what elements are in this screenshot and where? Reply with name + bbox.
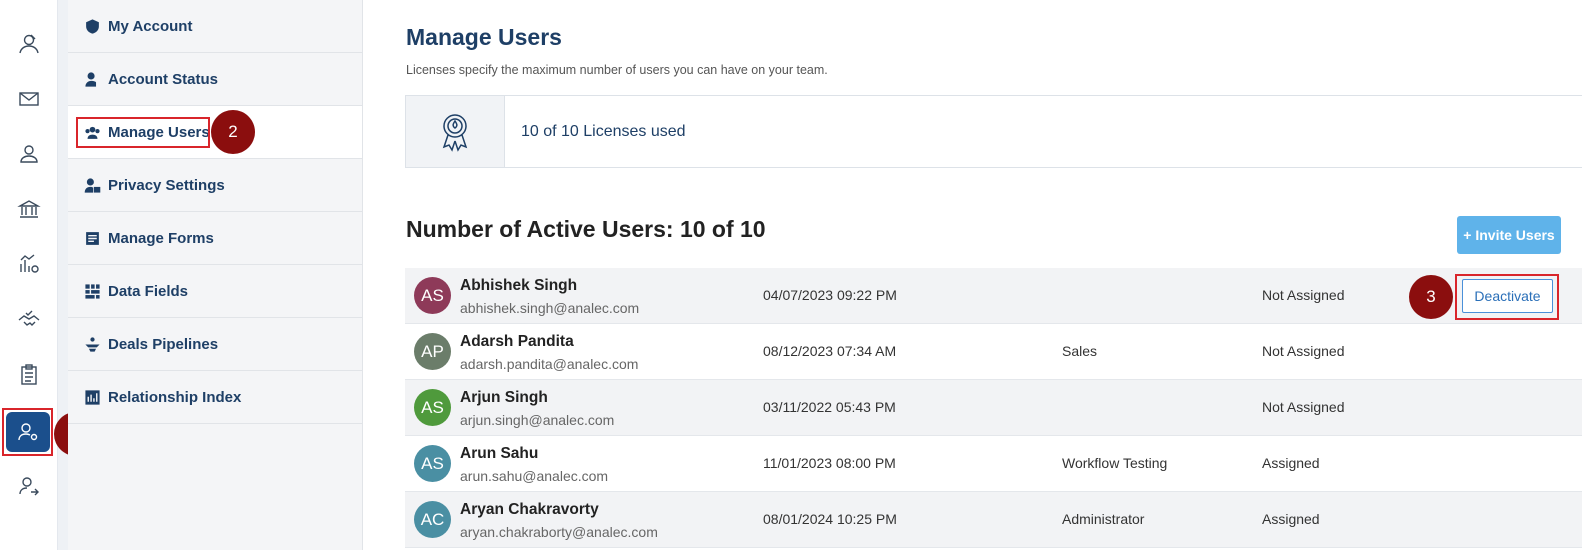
submenu-item-label: Account Status: [108, 70, 219, 88]
users-group-icon: [82, 123, 102, 141]
user-status: Not Assigned: [1262, 343, 1345, 359]
table-row[interactable]: AP Adarsh Pandita adarsh.pandita@analec.…: [405, 324, 1582, 380]
user-name: Adarsh Pandita: [460, 333, 574, 350]
step-badge: 2: [211, 110, 255, 154]
users-table: AS Abhishek Singh abhishek.singh@analec.…: [405, 268, 1582, 548]
page-subtitle: Licenses specify the maximum number of u…: [406, 63, 828, 77]
submenu-item-my-account[interactable]: My Account: [68, 0, 362, 53]
submenu-item-deals-pipelines[interactable]: Deals Pipelines: [68, 318, 362, 371]
submenu-item-privacy-settings[interactable]: Privacy Settings: [68, 159, 362, 212]
user-name: Arjun Singh: [460, 389, 548, 406]
user-name: Arun Sahu: [460, 445, 539, 462]
user-date: 08/12/2023 07:34 AM: [763, 343, 897, 359]
submenu-item-label: Deals Pipelines: [108, 335, 219, 353]
user-lock-icon: [82, 176, 102, 194]
user-date: 03/11/2022 05:43 PM: [763, 399, 896, 415]
avatar: AS: [414, 277, 451, 314]
submenu-item-relationship-index[interactable]: Relationship Index: [68, 371, 362, 424]
chart-settings-icon[interactable]: [11, 246, 47, 282]
shield-user-icon: [82, 17, 102, 35]
submenu-item-label: Manage Forms: [108, 229, 214, 247]
avatar: AS: [414, 445, 451, 482]
user-email: arun.sahu@analec.com: [460, 468, 609, 484]
user-settings-icon[interactable]: [6, 412, 50, 452]
avatar: AC: [414, 501, 451, 538]
user-email: adarsh.pandita@analec.com: [460, 356, 639, 372]
deactivate-button[interactable]: Deactivate: [1462, 279, 1553, 313]
handshake-icon[interactable]: [11, 302, 47, 338]
avatar: AP: [414, 333, 451, 370]
submenu-item-label: Relationship Index: [108, 388, 242, 406]
user-date: 04/07/2023 09:22 PM: [763, 287, 897, 303]
clipboard-icon[interactable]: [11, 357, 47, 393]
table-row[interactable]: AC Aryan Chakravorty aryan.chakraborty@a…: [405, 492, 1582, 548]
submenu-item-label: Data Fields: [108, 282, 189, 300]
contacts-icon[interactable]: [11, 26, 47, 62]
award-badge-icon: [406, 96, 505, 167]
submenu-item-data-fields[interactable]: Data Fields: [68, 265, 362, 318]
user-date: 08/01/2024 10:25 PM: [763, 511, 897, 527]
submenu-item-label: My Account: [108, 17, 193, 35]
index-chart-icon: [82, 388, 102, 406]
user-status: Not Assigned: [1262, 287, 1345, 303]
main-content: Manage Users Licenses specify the maximu…: [363, 0, 1582, 550]
active-users-heading: Number of Active Users: 10 of 10: [406, 216, 766, 242]
grid-icon: [82, 282, 102, 300]
avatar: AS: [414, 389, 451, 426]
user-date: 11/01/2023 08:00 PM: [763, 455, 896, 471]
submenu-item-manage-forms[interactable]: Manage Forms: [68, 212, 362, 265]
page-title: Manage Users: [406, 24, 562, 50]
settings-submenu: My Account Account Status Manage Users P…: [68, 0, 363, 550]
user-status: Assigned: [1262, 511, 1320, 527]
user-status: Assigned: [1262, 455, 1320, 471]
submenu-item-label: Privacy Settings: [108, 176, 225, 194]
user-email: arjun.singh@analec.com: [460, 412, 615, 428]
icon-rail: [0, 0, 58, 550]
table-row[interactable]: AS Arjun Singh arjun.singh@analec.com 03…: [405, 380, 1582, 436]
user-status-icon: [82, 70, 102, 88]
license-usage-text: 10 of 10 Licenses used: [521, 122, 686, 140]
table-row[interactable]: AS Abhishek Singh abhishek.singh@analec.…: [405, 268, 1582, 324]
user-status: Not Assigned: [1262, 399, 1345, 415]
table-row[interactable]: AS Arun Sahu arun.sahu@analec.com 11/01/…: [405, 436, 1582, 492]
mail-icon[interactable]: [11, 81, 47, 117]
user-name: Abhishek Singh: [460, 277, 578, 294]
rail-divider: [58, 0, 68, 550]
pipeline-icon: [82, 335, 102, 353]
form-icon: [82, 229, 102, 247]
user-email: aryan.chakraborty@analec.com: [460, 524, 658, 540]
user-role: Sales: [1062, 343, 1098, 359]
invite-users-button[interactable]: + Invite Users: [1457, 216, 1561, 254]
user-name: Aryan Chakravorty: [460, 501, 599, 518]
submenu-item-label: Manage Users: [108, 123, 210, 141]
person-icon[interactable]: [11, 136, 47, 172]
user-email: abhishek.singh@analec.com: [460, 300, 640, 316]
license-summary: 10 of 10 Licenses used: [405, 95, 1582, 168]
user-share-icon[interactable]: [11, 468, 47, 504]
step-badge: 3: [1409, 275, 1453, 319]
bank-icon[interactable]: [11, 191, 47, 227]
user-role: Workflow Testing: [1062, 455, 1168, 471]
submenu-item-account-status[interactable]: Account Status: [68, 53, 362, 106]
user-role: Administrator: [1062, 511, 1145, 527]
